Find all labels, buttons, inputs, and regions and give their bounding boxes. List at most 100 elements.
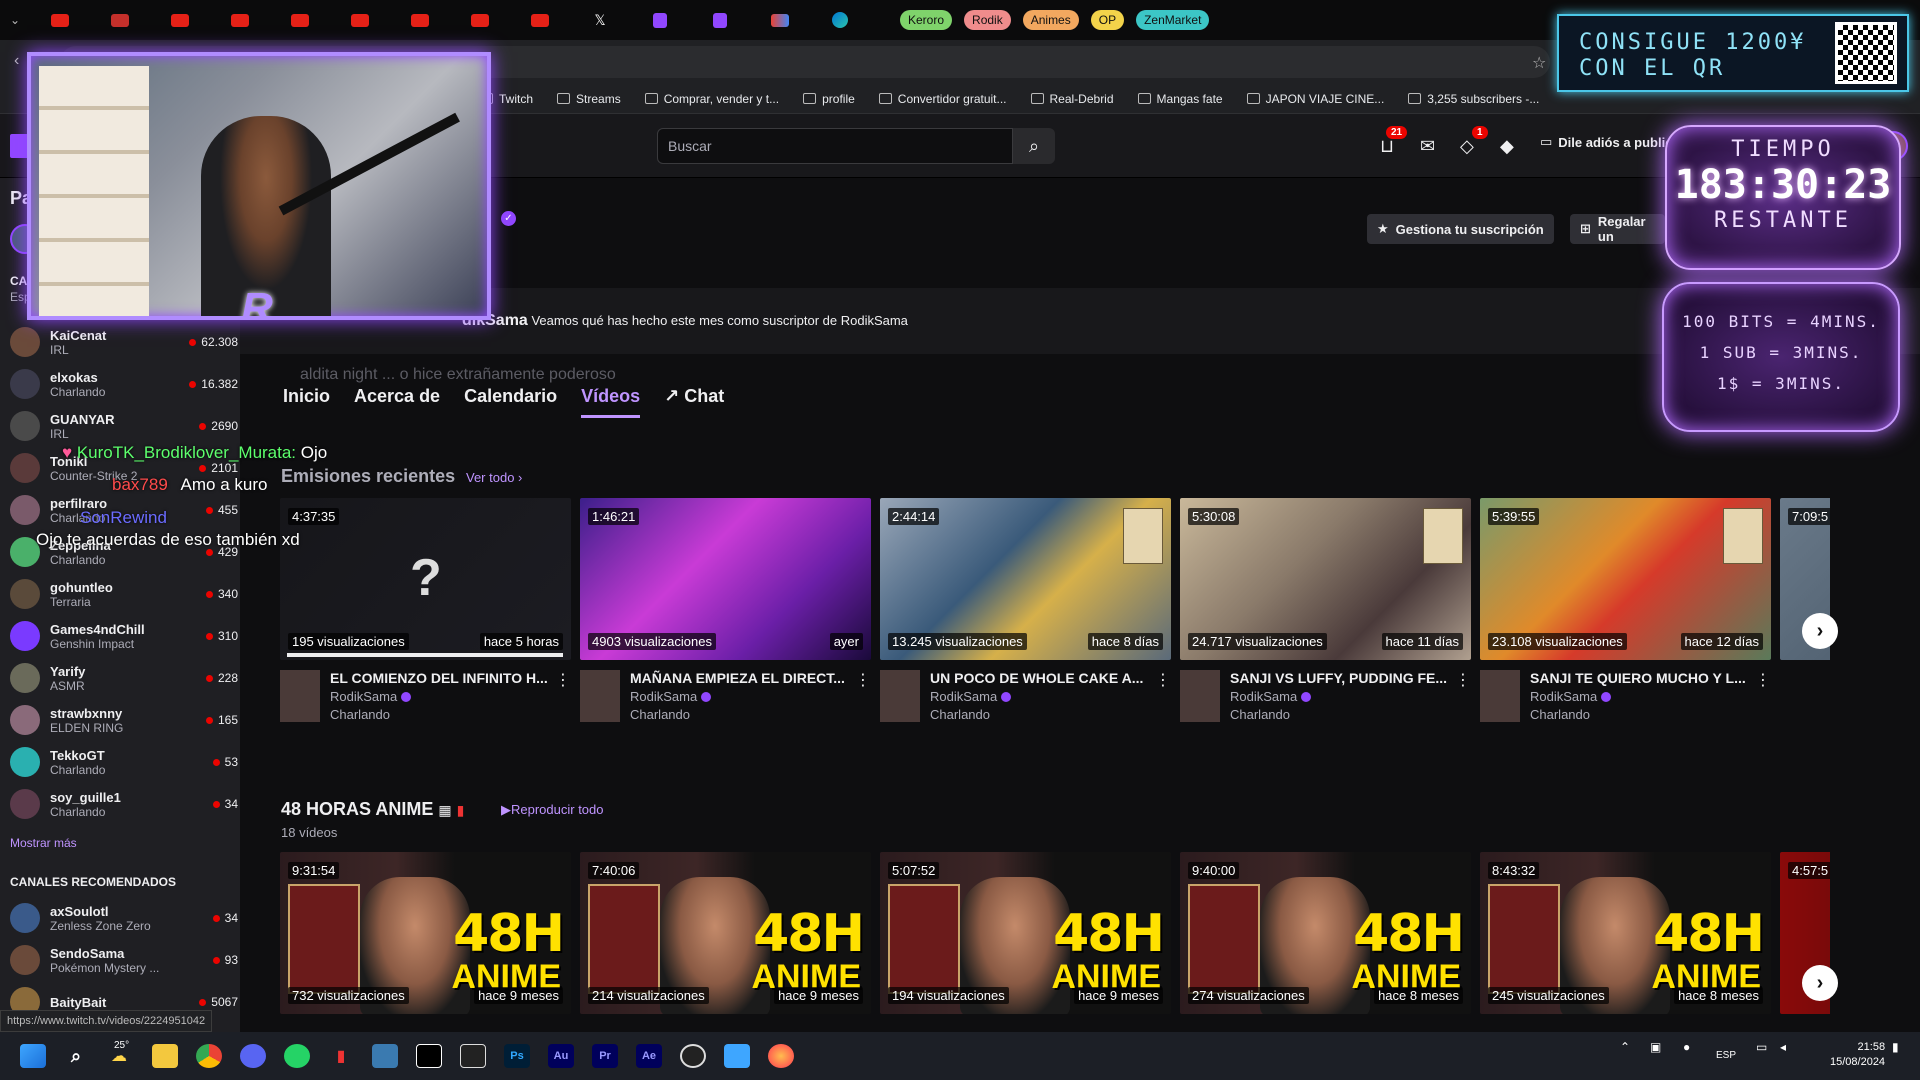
video-thumbnail[interactable]: 48H ANIME 5:07:52 194 visualizaciones hace 9… (880, 852, 1171, 1014)
playlist-video-card[interactable]: 48H ANIME 7:40:06 214 visualizaciones hace 9… (580, 852, 871, 1014)
play-all-link[interactable]: ▶Reproducir todo (501, 802, 604, 818)
capcut-icon[interactable] (416, 1044, 442, 1068)
tab-group-chip[interactable]: Animes (1022, 0, 1079, 40)
video-thumbnail[interactable]: 48H ANIME 7:40:06 214 visualizaciones hace 9… (580, 852, 871, 1014)
playlist-video-card[interactable]: 48H ANIME 9:31:54 732 visualizaciones hace 9… (280, 852, 571, 1014)
video-thumbnail[interactable]: 48H ANIME 8:43:32 245 visualizaciones hace 8… (1480, 852, 1771, 1014)
tab-list-chevron-icon[interactable]: ⌄ (10, 13, 30, 27)
video-title[interactable]: UN POCO DE WHOLE CAKE A... (930, 670, 1151, 686)
windows-start-icon[interactable] (20, 1044, 46, 1068)
video-thumbnail[interactable]: 48H ANIME 9:40:00 274 visualizaciones hace 8… (1180, 852, 1471, 1014)
browser-tab[interactable] (510, 0, 570, 40)
video-card[interactable]: 2:44:14 13.245 visualizaciones hace 8 días… (880, 498, 1171, 722)
browser-tab[interactable] (390, 0, 450, 40)
playlist-video-card[interactable]: 48H ANIME 9:40:00 274 visualizaciones hace 8… (1180, 852, 1471, 1014)
sidebar-channel[interactable]: elxokas Charlando 16.382 (10, 364, 238, 404)
video-title[interactable]: SANJI TE QUIERO MUCHO Y L... (1530, 670, 1751, 686)
playlist-video-card[interactable]: 48H ANIME 5:07:52 194 visualizaciones hace 9… (880, 852, 1171, 1014)
more-options-icon[interactable]: ⋮ (555, 670, 571, 722)
video-channel[interactable]: RodikSama (630, 689, 851, 704)
bookmark-item[interactable]: Comprar, vender y t... (644, 92, 779, 106)
browser-tab[interactable] (690, 0, 750, 40)
notifications-icon[interactable]: ◇ (1460, 136, 1474, 157)
video-title[interactable]: SANJI VS LUFFY, PUDDING FE... (1230, 670, 1451, 686)
video-category[interactable]: Charlando (930, 707, 1151, 722)
bookmark-item[interactable]: Convertidor gratuit... (878, 92, 1007, 106)
adfree-button[interactable]: ▭ Dile adiós a public (1540, 134, 1672, 150)
browser-tab[interactable] (810, 0, 870, 40)
tab-group-chip[interactable]: ZenMarket (1136, 0, 1210, 40)
show-more-link[interactable]: Mostrar más (10, 836, 77, 850)
prime-loot-icon[interactable]: ⊔ (1380, 136, 1394, 157)
video-thumbnail[interactable]: 48H ANIME 9:31:54 732 visualizaciones hace 9… (280, 852, 571, 1014)
bookmark-item[interactable]: profile (803, 92, 855, 106)
after-effects-icon[interactable]: Ae (636, 1044, 662, 1068)
video-category[interactable]: Charlando (1530, 707, 1751, 722)
notepad-icon[interactable] (724, 1044, 750, 1068)
firefox-icon[interactable] (768, 1044, 794, 1068)
sidebar-channel[interactable]: soy_guille1 Charlando 34 (10, 784, 238, 824)
video-channel[interactable]: RodikSama (1230, 689, 1451, 704)
keyboard-language[interactable]: ESP (1716, 1050, 1736, 1061)
browser-tab[interactable] (630, 0, 690, 40)
browser-tab[interactable]: 𝕏 (570, 0, 630, 40)
audition-icon[interactable]: Au (548, 1044, 574, 1068)
browser-tab[interactable] (210, 0, 270, 40)
notification-bell-icon[interactable]: ▮ (1892, 1040, 1899, 1054)
video-thumbnail[interactable]: 5:39:55 23.108 visualizaciones hace 12 día… (1480, 498, 1771, 660)
video-title[interactable]: MAÑANA EMPIEZA EL DIRECT... (630, 670, 851, 686)
bits-icon[interactable]: ◆ (1500, 136, 1514, 157)
app-dark-icon[interactable] (460, 1044, 486, 1068)
search-input[interactable]: Buscar (657, 128, 1013, 164)
video-channel[interactable]: RodikSama (1530, 689, 1751, 704)
bookmark-item[interactable]: JAPON VIAJE CINE... (1246, 92, 1384, 106)
search-icon[interactable]: ⌕ (63, 1044, 89, 1068)
channel-tab[interactable]: Acerca de (354, 386, 440, 418)
video-category[interactable]: Charlando (1230, 707, 1451, 722)
sidebar-channel[interactable]: KaiCenat IRL 62.308 (10, 322, 238, 362)
bookmark-item[interactable]: Mangas fate (1137, 92, 1223, 106)
sidebar-channel[interactable]: Yarify ASMR 228 (10, 658, 238, 698)
channel-avatar[interactable] (880, 670, 920, 722)
video-category[interactable]: Charlando (330, 707, 551, 722)
discord-icon[interactable] (240, 1044, 266, 1068)
bookmark-item[interactable]: Real-Debrid (1030, 92, 1114, 106)
video-card[interactable]: 5:39:55 23.108 visualizaciones hace 12 día… (1480, 498, 1771, 722)
playlist-next-arrow[interactable]: › (1802, 965, 1838, 1001)
video-thumbnail[interactable]: 2:44:14 13.245 visualizaciones hace 8 días (880, 498, 1171, 660)
whispers-icon[interactable]: ✉ (1420, 136, 1435, 157)
browser-tab[interactable] (270, 0, 330, 40)
bookmark-item[interactable]: Streams (557, 92, 621, 106)
browser-tab[interactable] (750, 0, 810, 40)
video-category[interactable]: Charlando (630, 707, 851, 722)
browser-tab[interactable] (330, 0, 390, 40)
premiere-icon[interactable]: Pr (592, 1044, 618, 1068)
channel-avatar[interactable] (1180, 670, 1220, 722)
playlist-video-card[interactable]: 48H ANIME 8:43:32 245 visualizaciones hace 8… (1480, 852, 1771, 1014)
whatsapp-icon[interactable] (284, 1044, 310, 1068)
sidebar-channel[interactable]: Games4ndChill Genshin Impact 310 (10, 616, 238, 656)
channel-tab[interactable]: Inicio (283, 386, 330, 418)
video-thumbnail[interactable]: 5:30:08 24.717 visualizaciones hace 11 día… (1180, 498, 1471, 660)
video-channel[interactable]: RodikSama (330, 689, 551, 704)
video-card[interactable]: ? 4:37:35 195 visualizaciones hace 5 horas E… (280, 498, 571, 722)
network-icon[interactable]: ▭ (1756, 1040, 1767, 1054)
sidebar-channel[interactable]: SendoSama Pokémon Mystery ... 93 (10, 940, 238, 980)
sidebar-channel[interactable]: strawbxnny ELDEN RING 165 (10, 700, 238, 740)
channel-tab[interactable]: ↗ Chat (664, 386, 724, 418)
more-options-icon[interactable]: ⋮ (1155, 670, 1171, 722)
tab-group-chip[interactable]: Keroro (900, 0, 953, 40)
channel-avatar[interactable] (280, 670, 320, 722)
video-card[interactable]: 5:30:08 24.717 visualizaciones hace 11 día… (1180, 498, 1471, 722)
chrome-icon[interactable] (196, 1044, 222, 1068)
tab-group-chip[interactable]: Rodik (964, 0, 1011, 40)
back-icon[interactable]: ‹ (14, 52, 19, 70)
sidebar-channel[interactable]: axSoulotl Zenless Zone Zero 34 (10, 898, 238, 938)
sidebar-channel[interactable]: TekkoGT Charlando 53 (10, 742, 238, 782)
volume-icon[interactable]: ◂ (1780, 1040, 1786, 1054)
bookmark-item[interactable]: 3,255 subscribers -... (1408, 92, 1539, 106)
tab-group-chip[interactable]: OP (1090, 0, 1125, 40)
browser-tab[interactable] (450, 0, 510, 40)
browser-tab[interactable] (90, 0, 150, 40)
more-options-icon[interactable]: ⋮ (855, 670, 871, 722)
